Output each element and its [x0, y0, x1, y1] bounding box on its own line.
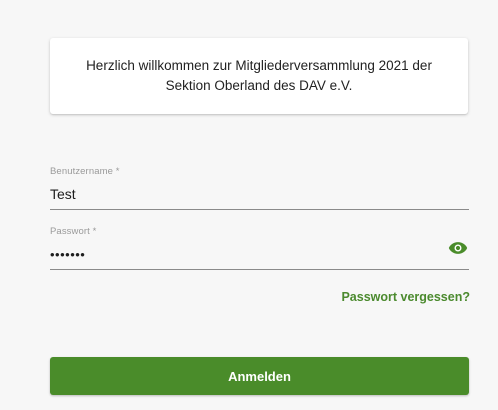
login-page: Herzlich willkommen zur Mitgliederversam… — [0, 0, 498, 410]
welcome-line-1: Herzlich willkommen zur Mitgliederversam… — [86, 58, 432, 73]
login-button[interactable]: Anmelden — [50, 357, 469, 395]
password-label: Passwort * — [50, 226, 97, 237]
eye-icon — [448, 242, 468, 254]
welcome-line-2: Sektion Oberland des DAV e.V. — [165, 78, 353, 93]
username-field[interactable]: Benutzername * Test — [50, 166, 469, 210]
username-input[interactable]: Test — [50, 186, 430, 202]
username-underline — [50, 209, 469, 210]
password-field[interactable]: Passwort * ••••••• — [50, 226, 469, 270]
username-label: Benutzername * — [50, 166, 120, 177]
password-underline — [50, 269, 469, 270]
forgot-password-link[interactable]: Passwort vergessen? — [341, 290, 470, 304]
password-input[interactable]: ••••••• — [50, 247, 430, 262]
show-password-toggle[interactable] — [447, 239, 469, 257]
welcome-message: Herzlich willkommen zur Mitgliederversam… — [86, 56, 432, 96]
welcome-card: Herzlich willkommen zur Mitgliederversam… — [50, 38, 468, 114]
